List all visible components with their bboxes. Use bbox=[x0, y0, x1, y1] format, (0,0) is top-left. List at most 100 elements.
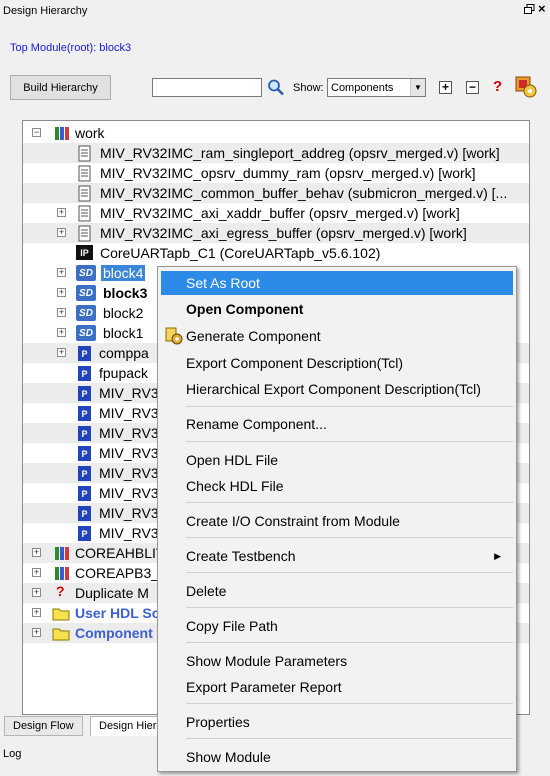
chevron-down-icon: ▼ bbox=[410, 79, 425, 96]
hdl-file-icon bbox=[78, 205, 91, 222]
settings-cube-icon[interactable] bbox=[514, 75, 538, 99]
hdl-file-icon bbox=[78, 165, 91, 182]
expand-toggle[interactable]: + bbox=[32, 628, 41, 637]
expand-toggle[interactable]: + bbox=[57, 328, 66, 337]
menu-item-create-testbench[interactable]: Create Testbench ▶ bbox=[161, 544, 513, 568]
menu-separator bbox=[186, 537, 513, 538]
tree-item-label: MIV_RV3 bbox=[99, 525, 159, 541]
package-icon: P bbox=[78, 446, 91, 461]
build-hierarchy-button[interactable]: Build Hierarchy bbox=[10, 75, 111, 100]
hdl-file-icon bbox=[78, 225, 91, 242]
search-icon[interactable] bbox=[266, 78, 285, 97]
tree-item-label: Duplicate M bbox=[75, 585, 149, 601]
expand-toggle[interactable]: + bbox=[32, 568, 41, 577]
menu-item-label: Open Component bbox=[186, 301, 304, 317]
hdl-file-icon bbox=[78, 185, 91, 202]
menu-item-copy-file-path[interactable]: Copy File Path bbox=[161, 614, 513, 638]
expand-toggle[interactable]: + bbox=[32, 588, 41, 597]
menu-item-hierarchical-export[interactable]: Hierarchical Export Component Descriptio… bbox=[161, 377, 513, 401]
tree-row[interactable]: + MIV_RV32IMC_axi_xaddr_buffer (opsrv_me… bbox=[23, 203, 529, 223]
menu-item-show-module[interactable]: Show Module bbox=[161, 745, 513, 769]
expand-toggle[interactable]: + bbox=[57, 268, 66, 277]
show-filter-select[interactable]: Components ▼ bbox=[327, 78, 426, 97]
menu-item-open-hdl[interactable]: Open HDL File bbox=[161, 448, 513, 472]
menu-item-label: Hierarchical Export Component Descriptio… bbox=[186, 381, 481, 397]
menu-item-generate-component[interactable]: Generate Component bbox=[161, 324, 513, 348]
tree-item-label: CoreUARTapb_C1 (CoreUARTapb_v5.6.102) bbox=[100, 245, 381, 261]
package-icon: P bbox=[78, 366, 91, 381]
search-input[interactable] bbox=[152, 78, 262, 97]
submenu-arrow-icon: ▶ bbox=[494, 550, 501, 561]
log-label: Log bbox=[3, 748, 22, 760]
tree-item-label: comppa bbox=[99, 345, 149, 361]
menu-item-check-hdl[interactable]: Check HDL File bbox=[161, 474, 513, 498]
menu-item-label: Copy File Path bbox=[186, 618, 278, 634]
tree-item-label: block2 bbox=[103, 305, 144, 321]
menu-separator bbox=[186, 738, 513, 739]
package-icon: P bbox=[78, 386, 91, 401]
package-icon: P bbox=[78, 466, 91, 481]
tab-design-hierarchy[interactable]: Design Hier bbox=[90, 716, 166, 736]
show-filter-value: Components bbox=[331, 81, 394, 94]
package-icon: P bbox=[78, 406, 91, 421]
collapse-all-button[interactable]: − bbox=[466, 81, 479, 94]
menu-item-delete[interactable]: Delete bbox=[161, 579, 513, 603]
menu-item-label: Show Module bbox=[186, 749, 271, 765]
menu-item-label: Export Parameter Report bbox=[186, 679, 342, 695]
tab-design-flow[interactable]: Design Flow bbox=[4, 716, 83, 736]
help-icon[interactable]: ? bbox=[493, 78, 502, 95]
package-icon: P bbox=[78, 486, 91, 501]
menu-item-label: Check HDL File bbox=[186, 478, 284, 494]
expand-toggle[interactable]: + bbox=[57, 228, 66, 237]
menu-item-label: Open HDL File bbox=[186, 452, 279, 468]
expand-toggle[interactable]: + bbox=[32, 608, 41, 617]
tree-row[interactable]: IP CoreUARTapb_C1 (CoreUARTapb_v5.6.102) bbox=[23, 243, 529, 263]
smartdesign-icon: SD bbox=[76, 325, 96, 341]
tree-item-label: MIV_RV32IMC_axi_egress_buffer (opsrv_mer… bbox=[100, 225, 467, 241]
expand-toggle[interactable]: + bbox=[57, 308, 66, 317]
expand-toggle[interactable]: + bbox=[57, 288, 66, 297]
tree-item-label: MIV_RV32IMC_ram_singleport_addreg (opsrv… bbox=[100, 145, 500, 161]
menu-item-set-as-root[interactable]: Set As Root bbox=[161, 271, 513, 295]
package-icon: P bbox=[78, 526, 91, 541]
package-icon: P bbox=[78, 346, 91, 361]
tree-row[interactable]: + MIV_RV32IMC_axi_egress_buffer (opsrv_m… bbox=[23, 223, 529, 243]
expand-toggle[interactable]: + bbox=[57, 348, 66, 357]
expand-toggle[interactable]: + bbox=[32, 548, 41, 557]
tree-row[interactable]: MIV_RV32IMC_opsrv_dummy_ram (opsrv_merge… bbox=[23, 163, 529, 183]
collapse-toggle[interactable]: − bbox=[32, 128, 41, 137]
menu-item-label: Rename Component... bbox=[186, 416, 327, 432]
package-icon: P bbox=[78, 506, 91, 521]
smartdesign-icon: SD bbox=[76, 285, 96, 301]
menu-item-rename[interactable]: Rename Component... bbox=[161, 412, 513, 436]
ip-core-icon: IP bbox=[76, 245, 93, 260]
menu-separator bbox=[186, 607, 513, 608]
expand-toggle[interactable]: + bbox=[57, 208, 66, 217]
menu-separator bbox=[186, 502, 513, 503]
tree-item-label: block4 bbox=[101, 265, 146, 281]
tree-item-label: Component bbox=[75, 625, 153, 641]
smartdesign-icon: SD bbox=[76, 265, 96, 281]
menu-separator bbox=[186, 642, 513, 643]
menu-item-label: Delete bbox=[186, 583, 227, 599]
tree-row[interactable]: MIV_RV32IMC_ram_singleport_addreg (opsrv… bbox=[23, 143, 529, 163]
menu-item-show-module-parameters[interactable]: Show Module Parameters bbox=[161, 649, 513, 673]
tree-item-label: block1 bbox=[103, 325, 144, 341]
tree-item-label: MIV_RV32IMC_common_buffer_behav (submicr… bbox=[100, 185, 508, 201]
tree-row[interactable]: MIV_RV32IMC_common_buffer_behav (submicr… bbox=[23, 183, 529, 203]
question-icon: ? bbox=[56, 583, 65, 599]
tree-node-work[interactable]: − work bbox=[23, 123, 529, 143]
menu-item-export-description[interactable]: Export Component Description(Tcl) bbox=[161, 351, 513, 375]
restore-window-icon[interactable] bbox=[524, 4, 535, 14]
expand-all-button[interactable]: + bbox=[439, 81, 452, 94]
tree-item-label: MIV_RV32IMC_opsrv_dummy_ram (opsrv_merge… bbox=[100, 165, 476, 181]
menu-item-create-io-constraint[interactable]: Create I/O Constraint from Module bbox=[161, 509, 513, 533]
hdl-file-icon bbox=[78, 145, 91, 162]
menu-item-export-parameter-report[interactable]: Export Parameter Report bbox=[161, 675, 513, 699]
close-icon[interactable]: × bbox=[538, 1, 546, 16]
library-books-icon bbox=[55, 567, 69, 580]
menu-item-open-component[interactable]: Open Component bbox=[161, 297, 513, 321]
menu-item-label: Properties bbox=[186, 714, 250, 730]
menu-item-properties[interactable]: Properties bbox=[161, 710, 513, 734]
show-label: Show: bbox=[293, 82, 324, 94]
